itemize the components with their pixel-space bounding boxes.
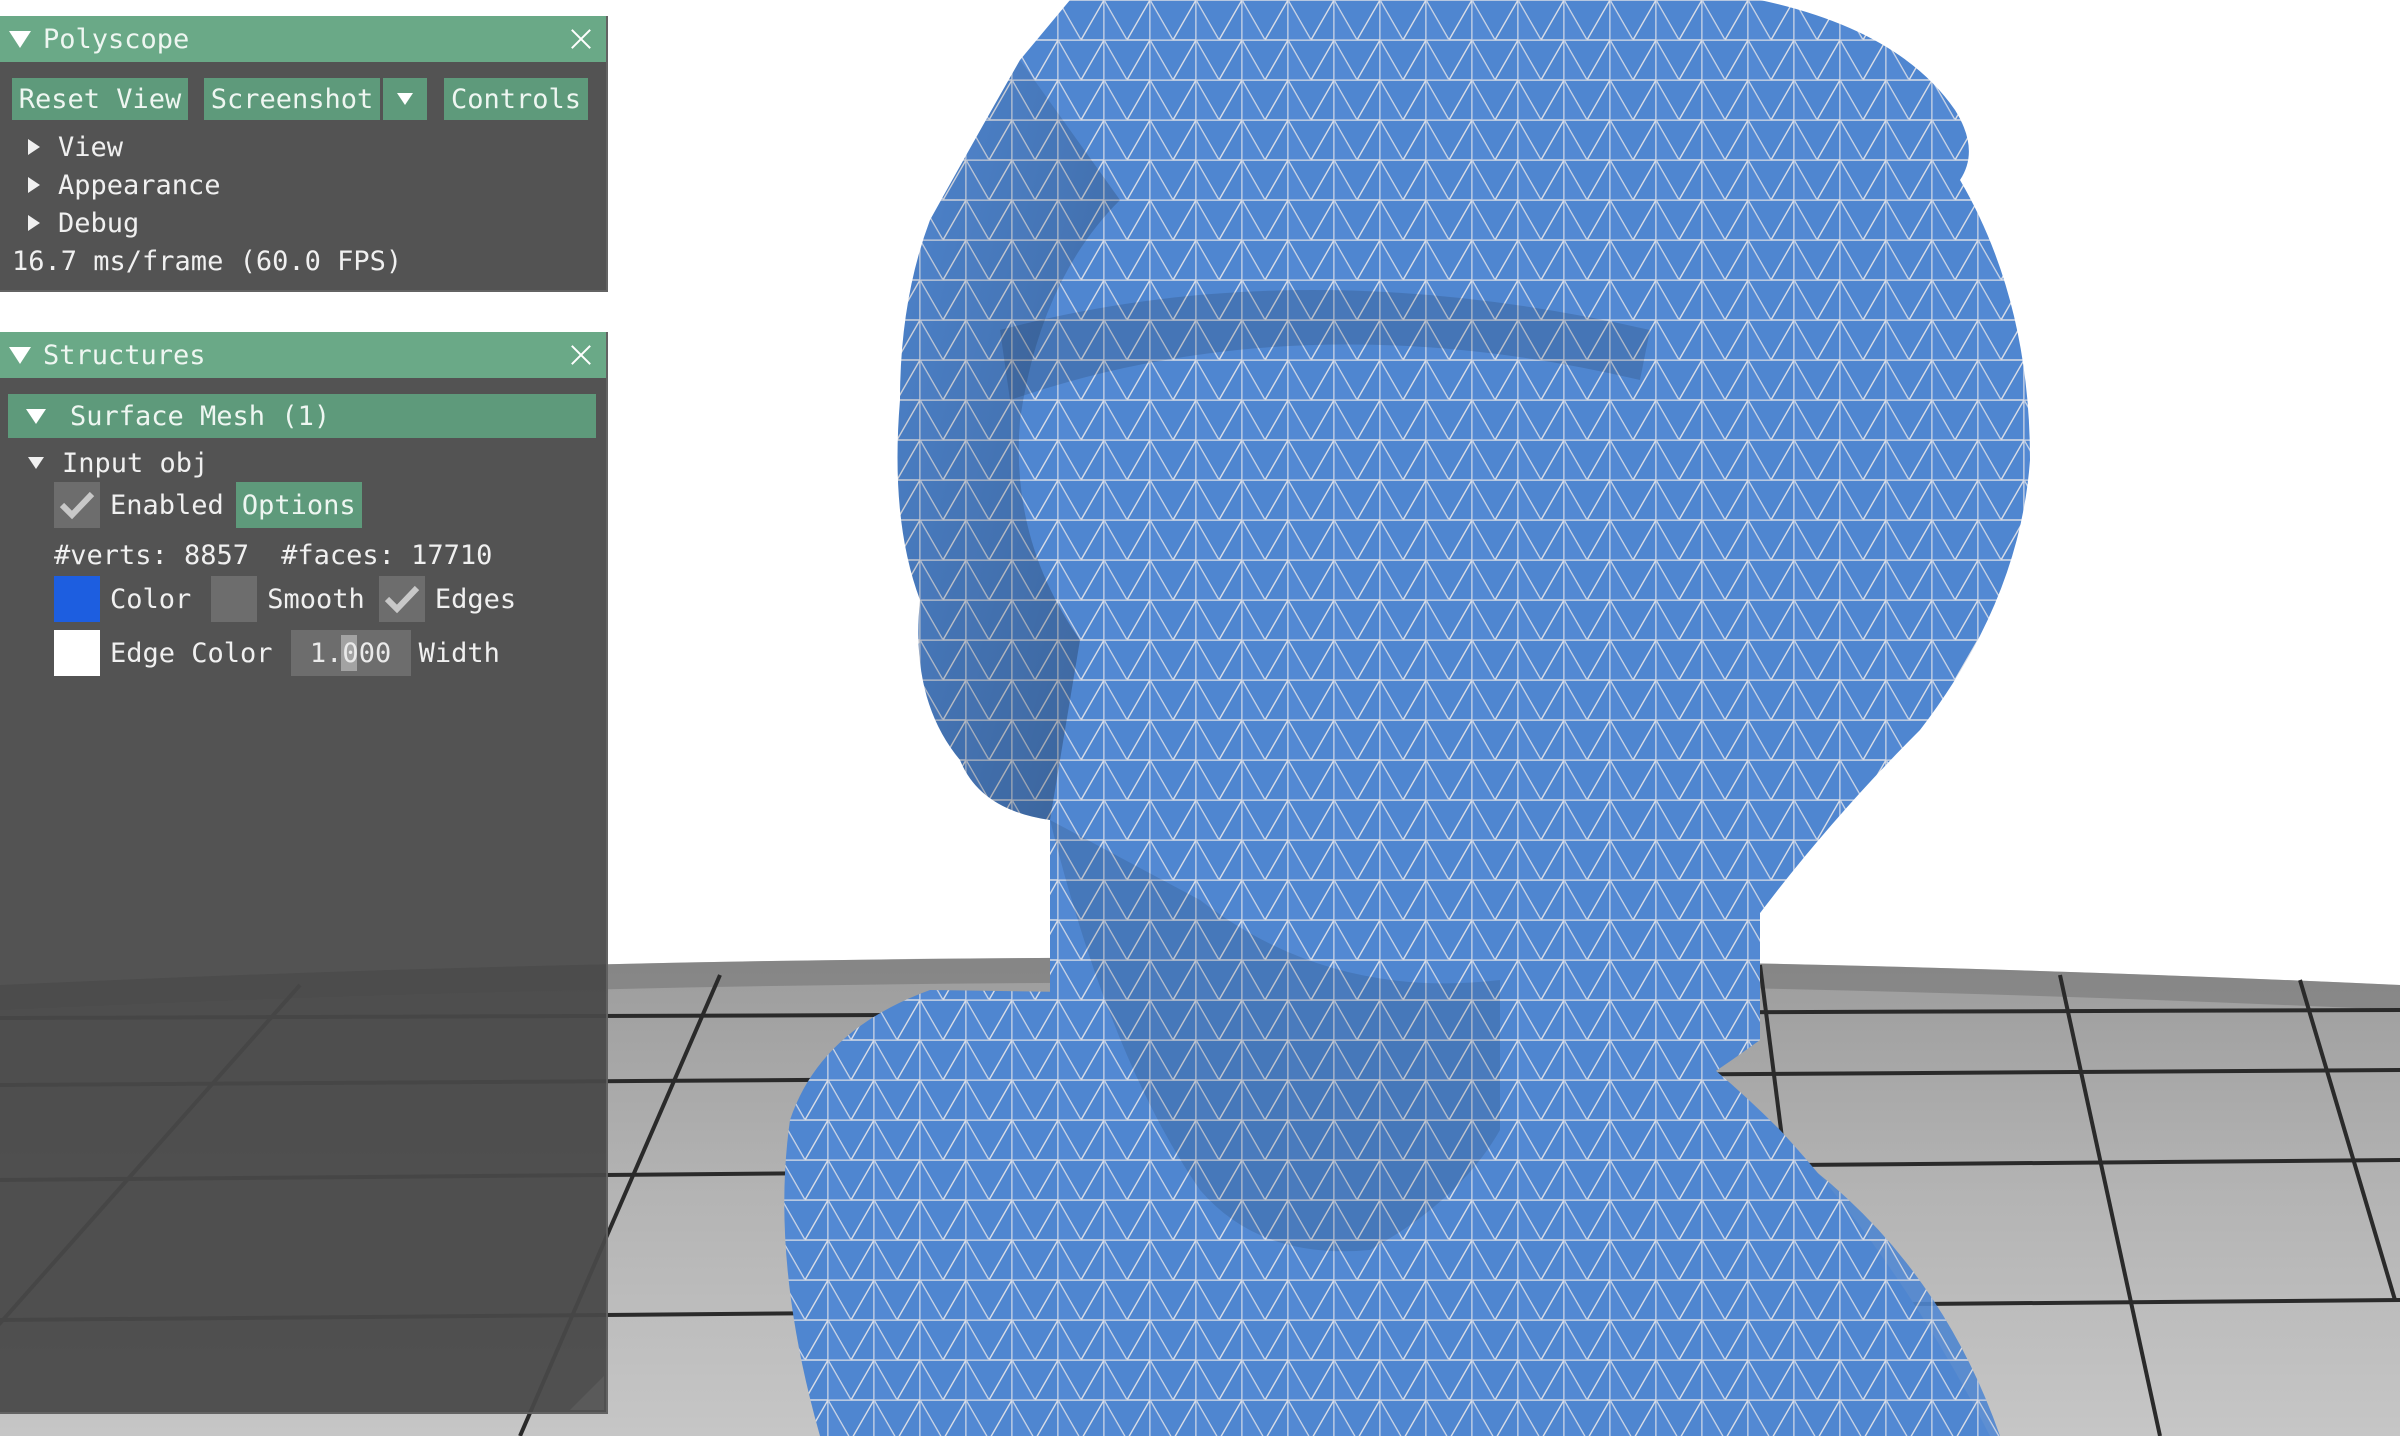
color-options-row: Color Smooth Edges	[54, 576, 516, 622]
smooth-label: Smooth	[267, 583, 365, 615]
fps-readout: 16.7 ms/frame (60.0 FPS)	[12, 245, 403, 277]
verts-count: #verts: 8857	[54, 539, 250, 571]
close-icon[interactable]	[568, 342, 594, 368]
tree-item-label: View	[58, 131, 124, 163]
edge-color-swatch[interactable]	[54, 630, 100, 676]
tree-item-view[interactable]: View	[28, 128, 123, 166]
controls-button[interactable]: Controls	[444, 78, 588, 120]
collapse-arrow-icon	[28, 457, 44, 469]
collapse-arrow-icon[interactable]	[9, 30, 31, 48]
tree-item-debug[interactable]: Debug	[28, 204, 139, 242]
tree-item-appearance[interactable]: Appearance	[28, 166, 221, 204]
polyscope-panel: Polyscope Reset View Screenshot Controls…	[0, 16, 608, 292]
polyscope-titlebar[interactable]: Polyscope	[0, 16, 606, 62]
polyscope-title: Polyscope	[43, 23, 190, 55]
mesh-stats: #verts: 8857 #faces: 17710	[54, 536, 492, 574]
expand-arrow-icon	[28, 177, 40, 193]
options-button[interactable]: Options	[235, 482, 362, 528]
smooth-checkbox[interactable]	[211, 576, 258, 622]
resize-grip-icon[interactable]	[570, 1376, 604, 1410]
collapse-arrow-icon[interactable]	[9, 346, 31, 364]
check-icon	[384, 585, 420, 614]
expand-arrow-icon	[28, 139, 40, 155]
structures-panel: Structures Surface Mesh (1) Input obj En…	[0, 332, 608, 1414]
edges-checkbox[interactable]	[378, 576, 425, 622]
group-header-label: Surface Mesh (1)	[70, 400, 331, 432]
color-label: Color	[110, 583, 192, 615]
surface-mesh-group-header[interactable]: Surface Mesh (1)	[8, 394, 596, 438]
chevron-down-icon	[397, 93, 413, 105]
screenshot-dropdown-button[interactable]	[383, 78, 427, 120]
tree-item-label: Debug	[58, 207, 140, 239]
edge-width-slider[interactable]: 1.000	[290, 630, 411, 676]
tree-item-label: Appearance	[58, 169, 221, 201]
structure-name: Input obj	[62, 447, 209, 479]
screenshot-button[interactable]: Screenshot	[204, 78, 380, 120]
enabled-row: Enabled Options	[54, 482, 362, 528]
check-icon	[59, 491, 95, 520]
edges-label: Edges	[434, 583, 517, 615]
enabled-label: Enabled	[110, 489, 224, 521]
tree-item-input-obj[interactable]: Input obj	[28, 444, 208, 482]
edge-options-row: Edge Color 1.000 Width	[54, 630, 500, 676]
close-icon[interactable]	[568, 26, 594, 52]
edge-width-value: 1.000	[309, 637, 392, 669]
expand-arrow-icon	[28, 215, 40, 231]
reset-view-button[interactable]: Reset View	[12, 78, 188, 120]
bust-mesh	[784, 0, 2030, 1436]
color-swatch[interactable]	[54, 576, 100, 622]
width-label: Width	[418, 637, 500, 669]
structures-title: Structures	[43, 339, 206, 371]
enabled-checkbox[interactable]	[54, 482, 100, 528]
collapse-arrow-icon	[26, 408, 46, 424]
faces-count: #faces: 17710	[281, 539, 493, 571]
edge-color-label: Edge Color	[110, 637, 273, 669]
structures-titlebar[interactable]: Structures	[0, 332, 606, 378]
